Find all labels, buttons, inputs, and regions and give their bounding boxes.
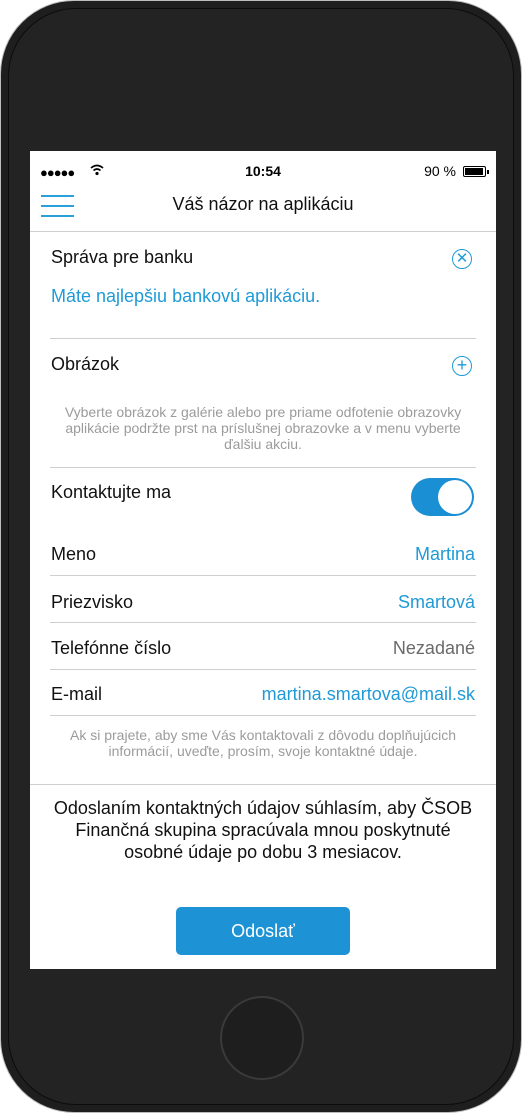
consent-text: Odoslaním kontaktných údajov súhlasím, a… [53,798,473,862]
submit-button[interactable]: Odoslať [176,907,350,955]
divider [50,575,476,576]
divider [30,784,496,785]
image-label: Obrázok [51,354,120,374]
battery-icon [463,166,489,177]
field-value-email[interactable]: martina.smartova@mail.sk [262,684,475,705]
divider [50,669,476,670]
app-screen: ●●●●● 10:54 90 % Váš názor na aplikáciu … [30,151,496,969]
field-value-name[interactable]: Martina [415,544,475,565]
field-label-name: Meno [51,544,97,564]
message-label: Správa pre banku [51,247,194,267]
field-label-surname: Priezvisko [51,592,134,612]
field-value-surname[interactable]: Smartová [398,592,475,613]
nav-divider [30,231,496,232]
divider [50,622,476,623]
battery-percent: 90 % [424,163,456,179]
contact-label: Kontaktujte ma [51,482,172,502]
field-label-phone: Telefónne číslo [51,638,172,658]
phone-frame: ●●●●● 10:54 90 % Váš názor na aplikáciu … [0,0,522,1113]
hamburger-icon[interactable] [41,195,74,217]
image-hint: Vyberte obrázok z galérie alebo pre pria… [64,404,462,452]
message-input[interactable]: Máte najlepšiu bankovú aplikáciu. [51,286,320,307]
add-plus-icon[interactable]: + [452,356,472,376]
divider [50,338,476,339]
field-label-email: E-mail [51,684,103,704]
divider [50,715,476,716]
divider [50,467,476,468]
contact-hint: Ak si prajete, aby sme Vás kontaktovali … [70,727,456,759]
contact-toggle[interactable] [411,478,474,516]
clear-x-icon[interactable]: ✕ [452,249,472,269]
home-button[interactable] [220,996,304,1080]
page-title: Váš názor na aplikáciu [172,194,354,214]
field-value-phone[interactable]: Nezadané [393,638,475,659]
